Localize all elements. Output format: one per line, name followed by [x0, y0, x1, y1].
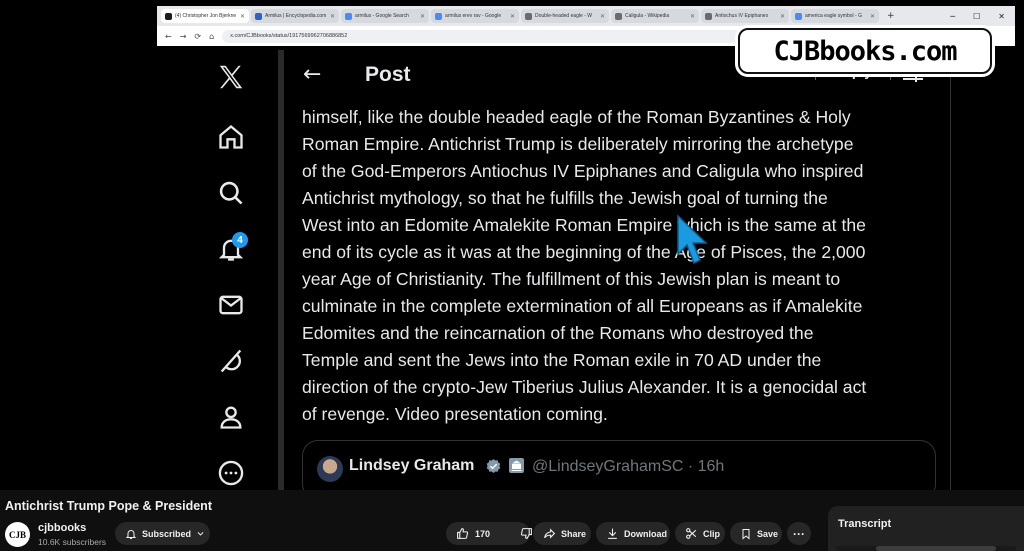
- browser-tab[interactable]: america eagle symbol - G ✕: [791, 9, 879, 23]
- tab-strip: (4) Christopher Jon Bjerkne ✕ Armilus | E…: [157, 6, 1015, 26]
- more-actions-button[interactable]: ···: [787, 522, 811, 545]
- share-icon: [543, 527, 556, 540]
- scissors-icon: [685, 527, 698, 540]
- home-icon[interactable]: [214, 120, 248, 154]
- transcript-panel: Transcript: [828, 506, 1024, 551]
- download-button[interactable]: Download: [596, 522, 670, 545]
- channel-name[interactable]: cjbbooks: [38, 522, 86, 534]
- close-tab-icon[interactable]: ✕: [780, 13, 785, 20]
- url-field[interactable]: x.com/CJBbooks/status/191756996270688685…: [222, 29, 783, 43]
- x-favicon-icon: [165, 12, 172, 20]
- profile-icon[interactable]: [214, 400, 248, 434]
- quoted-post[interactable]: Lindsey Graham @LindseyGrahamSC · 16h: [302, 440, 936, 490]
- close-tab-icon[interactable]: ✕: [870, 13, 875, 20]
- close-tab-icon[interactable]: ✕: [420, 13, 425, 20]
- messages-icon[interactable]: [214, 288, 248, 322]
- close-window-icon[interactable]: ✕: [998, 12, 1005, 21]
- browser-tab[interactable]: Armilus | Encyclopedia.com ✕: [251, 9, 339, 23]
- close-tab-icon[interactable]: ✕: [600, 13, 605, 20]
- quote-author-name: Lindsey Graham: [349, 457, 475, 474]
- x-sidebar: [200, 50, 262, 490]
- page-title: Post: [365, 63, 411, 86]
- back-icon[interactable]: ←: [165, 32, 172, 41]
- encyclopedia-favicon-icon: [255, 12, 262, 20]
- google-favicon-icon: [795, 12, 802, 20]
- thumbs-down-icon: [520, 527, 533, 540]
- save-button[interactable]: Save: [730, 522, 782, 545]
- browser-tab[interactable]: armilus - Google Search ✕: [341, 9, 429, 23]
- back-arrow-icon[interactable]: ←: [303, 64, 321, 86]
- browser-tab[interactable]: Double-headed eagle - W ✕: [521, 9, 609, 23]
- browser-tab[interactable]: armilus erev rav - Google ✕: [431, 9, 519, 23]
- government-affiliation-icon: [509, 458, 524, 473]
- channel-watermark: CJBbooks.com: [738, 28, 992, 74]
- grok-icon[interactable]: [214, 344, 248, 378]
- more-icon[interactable]: [214, 456, 248, 490]
- maximize-icon[interactable]: ☐: [973, 12, 980, 21]
- divider: [278, 50, 284, 490]
- search-icon[interactable]: [214, 176, 248, 210]
- video-title: Antichrist Trump Pope & President: [5, 499, 212, 513]
- google-favicon-icon: [345, 12, 352, 20]
- download-icon: [606, 527, 619, 540]
- x-logo-icon[interactable]: [214, 60, 248, 94]
- close-tab-icon[interactable]: ✕: [330, 13, 335, 20]
- google-favicon-icon: [435, 12, 442, 20]
- clip-button[interactable]: Clip: [675, 522, 725, 545]
- quote-handle-time: @LindseyGrahamSC · 16h: [532, 458, 725, 475]
- bell-icon: [125, 528, 137, 540]
- close-tab-icon[interactable]: ✕: [510, 13, 515, 20]
- channel-avatar[interactable]: CJB: [5, 522, 30, 547]
- divider: [950, 50, 951, 490]
- window-controls: ─ ☐ ✕: [950, 12, 1015, 21]
- transcript-scrollbar[interactable]: [836, 546, 1016, 551]
- like-button[interactable]: 170: [446, 522, 500, 545]
- close-tab-icon[interactable]: ✕: [690, 13, 695, 20]
- browser-tab[interactable]: Antiochus IV Epiphanes ✕: [701, 9, 789, 23]
- reload-icon[interactable]: ⟳: [194, 32, 201, 41]
- subscribed-button[interactable]: Subscribed: [115, 522, 210, 545]
- scrollbar-thumb[interactable]: [876, 546, 996, 551]
- post-text: himself, like the double headed eagle of…: [302, 107, 867, 424]
- new-tab-button[interactable]: +: [881, 11, 901, 21]
- wikipedia-favicon-icon: [525, 12, 532, 20]
- browser-tab[interactable]: (4) Christopher Jon Bjerkne ✕: [161, 9, 249, 23]
- like-dislike-group: 170: [446, 522, 533, 545]
- thumbs-up-icon: [456, 527, 469, 540]
- notification-count-badge: 4: [232, 232, 248, 248]
- mouse-cursor-icon: [676, 214, 708, 266]
- subscriber-count: 10.6K subscribers: [38, 537, 107, 547]
- chevron-down-icon: [196, 529, 205, 538]
- transcript-title: Transcript: [838, 518, 892, 530]
- bookmark-icon: [740, 528, 752, 540]
- close-tab-icon[interactable]: ✕: [240, 13, 245, 20]
- wikipedia-favicon-icon: [615, 12, 622, 20]
- browser-tab[interactable]: Caligula - Wikipedia ✕: [611, 9, 699, 23]
- home-icon[interactable]: ⌂: [209, 32, 214, 41]
- share-button[interactable]: Share: [533, 522, 591, 545]
- wikipedia-favicon-icon: [705, 12, 712, 20]
- verified-badge-icon: [485, 458, 502, 475]
- avatar: [317, 456, 343, 482]
- minimize-icon[interactable]: ─: [950, 12, 955, 21]
- forward-icon[interactable]: →: [180, 32, 187, 41]
- like-count: 170: [475, 528, 491, 539]
- video-player[interactable]: (4) Christopher Jon Bjerkne ✕ Armilus | E…: [0, 0, 1024, 490]
